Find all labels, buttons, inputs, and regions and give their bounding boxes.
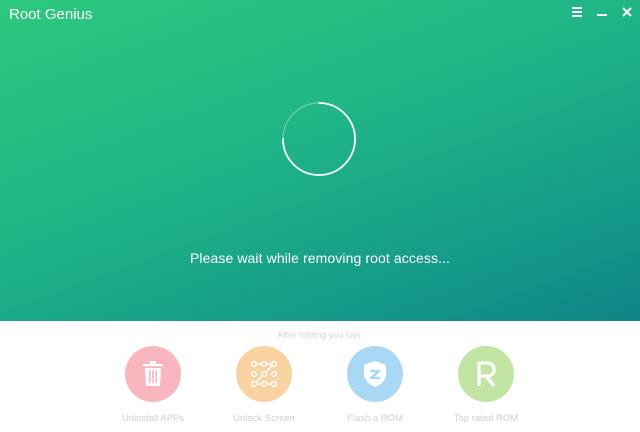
menu-icon (572, 7, 582, 17)
close-button[interactable] (618, 4, 636, 20)
feature-label: Top rated ROM (453, 413, 519, 424)
feature-flash-rom[interactable]: Flash a ROM (325, 346, 425, 424)
app-title: Root Genius (9, 6, 93, 23)
feature-uninstall-apps[interactable]: Uninstall APPs (103, 346, 203, 424)
minimize-icon (597, 14, 607, 16)
feature-icon-circle (125, 346, 181, 402)
feature-icon-circle (347, 346, 403, 402)
shield-icon (364, 361, 386, 387)
feature-label: Flash a ROM (347, 413, 403, 424)
feature-label: Unlock Screen (233, 413, 295, 424)
feature-top-rated-rom[interactable]: Top rated ROM (436, 346, 536, 424)
feature-icon-circle (458, 346, 514, 402)
status-message: Please wait while removing root access..… (189, 250, 451, 266)
menu-button[interactable] (568, 4, 586, 20)
r-letter-icon (477, 361, 496, 387)
feature-label: Uninstall APPs (121, 413, 185, 424)
header-panel: Root Genius Please wait while removing r… (0, 0, 640, 321)
pattern-lock-icon (250, 360, 278, 388)
loading-spinner (282, 102, 356, 176)
feature-icon-circle (236, 346, 292, 402)
minimize-button[interactable] (593, 4, 611, 20)
close-icon (622, 7, 632, 17)
feature-unlock-screen[interactable]: Unlock Screen (214, 346, 314, 424)
features-heading: After rooting you can: (277, 330, 363, 340)
trash-icon (143, 361, 163, 386)
